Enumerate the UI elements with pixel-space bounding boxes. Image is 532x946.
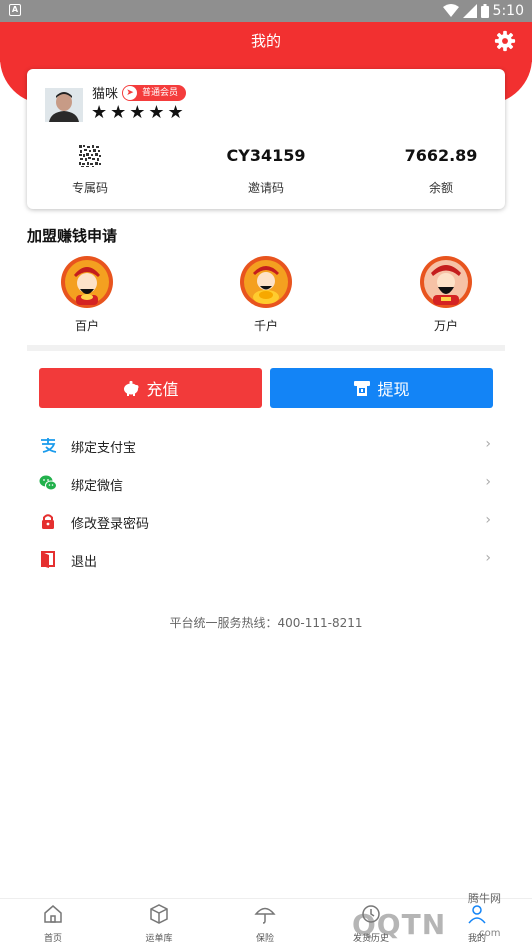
menu-item-label: 退出 [71,555,98,570]
menu-item-change-password[interactable]: 修改登录密码 › [27,502,505,540]
avatar-photo [45,88,83,122]
invite-code[interactable]: CY34159 邀请码 [196,141,336,196]
tab-label: 运单库 [145,934,173,944]
chevron-right-icon: › [485,474,491,490]
exit-icon [41,551,55,568]
exclusive-code[interactable]: 专属码 [20,141,160,196]
clock: 5:10 [492,3,524,19]
tab-waybill[interactable]: 运单库 [124,903,194,944]
franchise-title: 加盟赚钱申请 [27,227,118,245]
bottom-tab-bar: 首页 运单库 保险 发货历史 我的 [0,898,532,946]
tier-thousand-label: 千户 [253,319,278,333]
menu-item-bind-wechat[interactable]: 绑定微信 › [27,464,505,502]
tab-label: 首页 [43,934,62,944]
system-indicators: 5:10 [442,2,524,20]
avatar[interactable] [45,88,83,122]
tier-thousand[interactable]: 千户 [216,255,316,334]
member-icon: ➤ [123,86,137,100]
fortune-god-icon [420,256,472,308]
balance-label: 余额 [428,181,453,195]
username: 猫咪 [92,87,119,102]
invite-code-label: 邀请码 [247,181,284,195]
star-rating: ★★★★★ [91,102,187,123]
menu-item-label: 修改登录密码 [71,517,150,532]
tab-label: 发货历史 [352,934,389,944]
notification-app-icon: A [9,4,21,16]
member-badge-label: 普通会员 [142,88,179,98]
recharge-button[interactable]: 充值 [39,368,262,408]
qr-code-icon [77,143,103,169]
profile-card: 猫咪 ➤ 普通会员 ★★★★★ 专属码 CY34159 邀请码 7662.89 … [27,69,505,209]
recharge-label: 充值 [146,380,179,399]
withdraw-label: 提现 [377,380,410,399]
piggy-bank-icon [124,381,139,396]
section-divider [27,345,505,351]
tab-label: 我的 [467,934,486,944]
balance-value: 7662.89 [404,146,478,165]
invite-code-value: CY34159 [226,146,306,165]
tab-mine[interactable]: 我的 [442,903,512,944]
alipay-icon [41,438,57,453]
settings-menu: 绑定支付宝 › 绑定微信 › 修改登录密码 › 退出 › [27,426,505,578]
tier-hundred[interactable]: 百户 [37,255,137,334]
user-icon [468,905,486,924]
menu-item-label: 绑定支付宝 [71,441,137,456]
tier-ten-thousand[interactable]: 万户 [396,255,496,334]
menu-item-logout[interactable]: 退出 › [27,540,505,578]
tab-label: 保险 [255,934,274,944]
menu-item-label: 绑定微信 [71,479,124,494]
fortune-god-icon [240,256,292,308]
signal-icon [462,4,477,18]
exclusive-code-label: 专属码 [71,181,108,195]
menu-item-bind-alipay[interactable]: 绑定支付宝 › [27,426,505,464]
tab-history[interactable]: 发货历史 [336,903,406,944]
chevron-right-icon: › [485,550,491,566]
balance[interactable]: 7662.89 余额 [371,141,511,196]
chevron-right-icon: › [485,512,491,528]
umbrella-icon [254,907,276,924]
home-icon [44,905,62,923]
gear-icon[interactable] [494,30,516,52]
chevron-right-icon: › [485,436,491,452]
wechat-icon [39,475,57,491]
status-bar: A 5:10 [0,0,532,22]
tab-home[interactable]: 首页 [18,903,88,944]
lock-icon [42,514,54,529]
battery-icon [480,4,489,18]
tier-hundred-label: 百户 [74,319,99,333]
fortune-god-icon [61,256,113,308]
box-icon [150,904,168,924]
service-hotline: 平台统一服务热线：400-111-8211 [169,616,363,630]
wifi-icon [442,4,459,17]
tab-insurance[interactable]: 保险 [230,903,300,944]
page-title: 我的 [250,32,281,50]
tier-ten-thousand-label: 万户 [433,319,458,333]
member-badge: ➤ 普通会员 [122,85,187,101]
withdraw-button[interactable]: 提现 [270,368,493,408]
atm-icon [354,381,371,396]
history-icon [362,905,380,923]
